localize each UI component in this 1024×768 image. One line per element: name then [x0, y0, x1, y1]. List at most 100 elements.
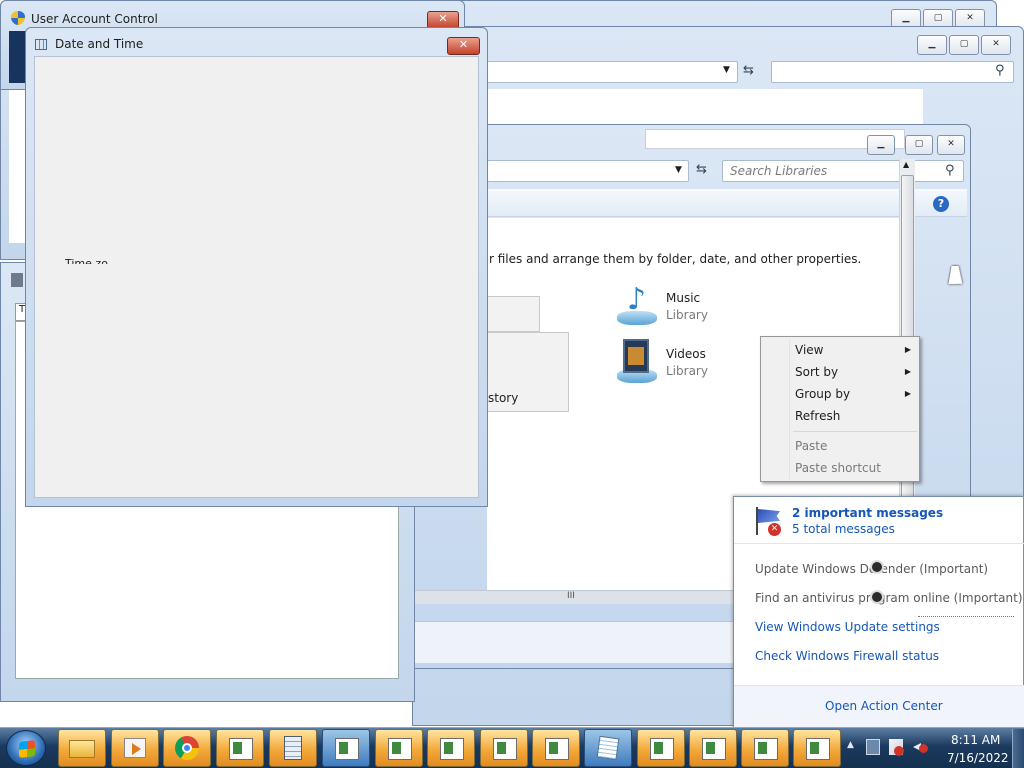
context-menu-sort-by[interactable]: Sort by ▶ — [795, 362, 917, 382]
check-firewall-link[interactable]: Check Windows Firewall status — [755, 649, 939, 663]
action-flag-icon: ✕ — [754, 507, 784, 537]
clock-time[interactable]: 8:11 AM — [951, 733, 1000, 747]
volume-icon[interactable] — [913, 740, 928, 754]
taskbar-window-10[interactable] — [793, 729, 841, 767]
title-input-fragment — [645, 129, 905, 149]
network-icon[interactable] — [866, 739, 880, 755]
taskbar-window-1[interactable] — [216, 729, 264, 767]
pictures-library-tile[interactable]: story — [487, 332, 569, 412]
windows-logo-icon — [19, 740, 35, 758]
refresh-icon[interactable]: ⇆ — [743, 63, 754, 78]
taskbar-window-6[interactable] — [532, 729, 580, 767]
total-messages-link[interactable]: 5 total messages — [792, 522, 895, 536]
context-menu-group-by-label: Group by — [795, 387, 851, 401]
show-desktop-button[interactable] — [1012, 729, 1024, 768]
search-icon[interactable]: ⚲ — [945, 163, 955, 178]
context-menu-sort-by-label: Sort by — [795, 365, 839, 379]
taskbar-window-2[interactable] — [322, 729, 370, 767]
history-fragment: story — [488, 391, 519, 405]
address-bar[interactable] — [483, 61, 738, 83]
videos-library-icon — [613, 339, 659, 385]
notepad-icon — [596, 735, 620, 761]
context-menu-paste-shortcut[interactable]: Paste shortcut — [795, 458, 917, 478]
important-messages-headline[interactable]: 2 important messages — [792, 506, 943, 520]
taskbar-window-4[interactable] — [427, 729, 475, 767]
message-find-antivirus[interactable]: Find an antivirus program online (Import… — [755, 591, 1023, 605]
dotted-separator — [918, 616, 1014, 617]
context-menu-paste-shortcut-label: Paste shortcut — [795, 461, 881, 475]
scroll-up-arrow[interactable]: ▲ — [903, 160, 909, 169]
view-windows-update-link[interactable]: View Windows Update settings — [755, 620, 940, 634]
music-library[interactable]: ♪ Music Library — [611, 281, 721, 329]
search-input[interactable] — [771, 61, 1014, 83]
taskbar-window-3[interactable] — [375, 729, 423, 767]
submenu-arrow-icon: ▶ — [904, 367, 911, 376]
music-library-icon: ♪ — [613, 285, 659, 329]
context-menu-view[interactable]: View ▶ — [795, 340, 917, 360]
taskbar-window-9[interactable] — [741, 729, 789, 767]
context-menu-group-by[interactable]: Group by ▶ — [795, 384, 917, 404]
date-time-close-button[interactable]: ✕ — [447, 37, 480, 55]
context-menu-separator — [793, 431, 917, 432]
window-icon — [335, 738, 359, 760]
media-player-icon — [124, 738, 146, 758]
search-libraries-input[interactable]: Search Libraries — [722, 160, 964, 182]
calendar-icon — [35, 39, 47, 50]
refresh-icon[interactable]: ⇆ — [696, 162, 707, 177]
window-icon — [493, 738, 517, 760]
flyout-separator — [734, 543, 1024, 544]
context-menu-refresh-label: Refresh — [795, 409, 841, 423]
minimize-button[interactable]: ▁ — [867, 135, 895, 155]
taskbar-media-player[interactable] — [111, 729, 159, 767]
close-button[interactable]: ✕ — [937, 135, 965, 155]
calculator-icon — [284, 736, 302, 760]
help-icon[interactable]: ? — [933, 196, 949, 212]
context-menu-paste[interactable]: Paste — [795, 436, 917, 456]
date-time-content: Time zo — [34, 56, 479, 498]
taskbar-explorer[interactable] — [58, 729, 106, 767]
date-time-title: Date and Time — [55, 37, 144, 51]
window-icon — [229, 738, 253, 760]
busy-cursor-icon — [870, 560, 884, 574]
taskbar-window-7[interactable] — [637, 729, 685, 767]
context-menu-view-label: View — [795, 343, 824, 357]
taskbar-chrome[interactable] — [163, 729, 211, 767]
taskbar-window-5[interactable] — [480, 729, 528, 767]
details-pane — [415, 621, 735, 663]
maximize-button[interactable]: ▢ — [905, 135, 933, 155]
uac-title: User Account Control — [31, 12, 158, 26]
horizontal-scrollbar[interactable]: III — [415, 590, 735, 604]
taskbar-notepad[interactable] — [584, 729, 632, 767]
open-action-center-link[interactable]: Open Action Center — [825, 699, 943, 713]
uac-shield-icon — [11, 11, 25, 25]
minimize-button[interactable]: ▁ — [917, 35, 947, 55]
error-icon: ✕ — [768, 523, 781, 536]
window-icon — [388, 738, 412, 760]
window-icon — [806, 738, 830, 760]
command-bar — [487, 189, 967, 217]
documents-library-tile[interactable] — [487, 296, 540, 332]
search-icon[interactable]: ⚲ — [995, 63, 1005, 78]
description-text: r files and arrange them by folder, date… — [489, 252, 862, 266]
chevron-down-icon[interactable]: ▼ — [675, 165, 682, 175]
videos-library[interactable]: Videos Library — [611, 337, 721, 385]
show-hidden-icons-button[interactable]: ▲ — [847, 740, 854, 750]
taskbar-window-8[interactable] — [689, 729, 737, 767]
start-button[interactable] — [6, 730, 46, 766]
action-center-tray-icon[interactable] — [889, 739, 904, 756]
videos-library-type: Library — [666, 364, 708, 378]
close-button[interactable]: ✕ — [981, 35, 1011, 55]
maximize-button[interactable]: ▢ — [949, 35, 979, 55]
address-bar[interactable] — [487, 160, 689, 182]
left-toolbar-icon — [11, 273, 23, 287]
context-menu-refresh[interactable]: Refresh — [795, 406, 917, 426]
clock-date[interactable]: 7/16/2022 — [947, 751, 1009, 765]
taskbar-calculator[interactable] — [269, 729, 317, 767]
submenu-arrow-icon: ▶ — [904, 389, 911, 398]
submenu-arrow-icon: ▶ — [904, 345, 911, 354]
busy-cursor-icon-2 — [870, 590, 884, 604]
action-center-flyout: ✕ 2 important messages 5 total messages … — [733, 496, 1024, 728]
music-library-name: Music — [666, 291, 701, 305]
flyout-footer: Open Action Center — [734, 685, 1024, 728]
chevron-down-icon[interactable]: ▼ — [723, 65, 730, 75]
